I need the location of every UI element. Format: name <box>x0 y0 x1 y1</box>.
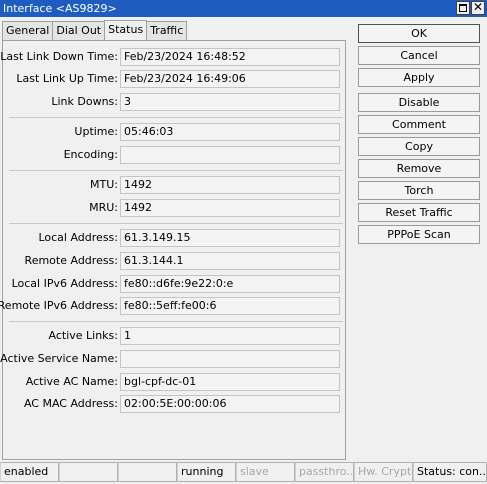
pppoe-scan-button[interactable]: PPPoE Scan <box>358 225 480 244</box>
field-ac-mac-address: AC MAC Address: 02:00:5E:00:00:06 <box>3 395 347 413</box>
status-panel: Last Link Down Time: Feb/23/2024 16:48:5… <box>0 40 347 460</box>
section-divider <box>9 223 343 224</box>
field-label: MTU: <box>90 178 118 191</box>
status-bar: enabled running slave passthro... Hw. Cr… <box>0 462 487 482</box>
reset-traffic-counters-button[interactable]: Reset Traffic Counters <box>358 203 480 236</box>
close-button[interactable]: ✕ <box>471 1 485 15</box>
status-hw-crypto: Hw. Crypto <box>354 462 413 482</box>
field-value[interactable]: 1 <box>120 327 340 345</box>
field-last-link-up-time: Last Link Up Time: Feb/23/2024 16:49:06 <box>3 70 347 88</box>
field-label: Local IPv6 Address: <box>11 277 118 290</box>
field-active-links: Active Links: 1 <box>3 327 347 345</box>
maximize-icon <box>459 4 467 12</box>
field-remote-ipv6-address: Remote IPv6 Address: fe80::5eff:fe00:6 <box>0 297 347 315</box>
field-value[interactable]: 02:00:5E:00:00:06 <box>120 395 340 413</box>
field-label: AC MAC Address: <box>23 397 118 410</box>
section-divider <box>9 321 343 322</box>
tab-general[interactable]: General <box>2 21 54 40</box>
field-value[interactable] <box>120 350 340 368</box>
field-label: Encoding: <box>63 148 118 161</box>
field-label: Uptime: <box>74 125 118 138</box>
field-label: Last Link Up Time: <box>16 72 118 85</box>
field-active-service-name: Active Service Name: <box>0 350 347 368</box>
field-uptime: Uptime: 05:46:03 <box>3 123 347 141</box>
section-divider <box>9 117 343 118</box>
field-value[interactable]: fe80::d6fe:9e22:0:e <box>120 275 340 293</box>
field-label: MRU: <box>89 201 118 214</box>
field-value[interactable]: 61.3.149.15 <box>120 229 340 247</box>
window-title: Interface <AS9829> <box>3 2 117 15</box>
field-link-downs: Link Downs: 3 <box>3 93 347 111</box>
status-running: running <box>177 462 236 482</box>
maximize-button[interactable] <box>456 1 470 15</box>
field-value[interactable]: bgl-cpf-dc-01 <box>120 373 340 391</box>
field-local-address: Local Address: 61.3.149.15 <box>3 229 347 247</box>
field-label: Active AC Name: <box>25 375 118 388</box>
field-label: Last Link Down Time: <box>0 50 118 63</box>
status-connection: Status: con... <box>413 462 487 482</box>
field-mru: MRU: 1492 <box>3 199 347 217</box>
torch-button[interactable]: Torch <box>358 181 480 200</box>
copy-button[interactable]: Copy <box>358 137 480 156</box>
remove-button[interactable]: Remove <box>358 159 480 178</box>
field-last-link-down-time: Last Link Down Time: Feb/23/2024 16:48:5… <box>0 48 347 66</box>
field-label: Remote IPv6 Address: <box>0 299 118 312</box>
tab-traffic[interactable]: Traffic <box>146 21 188 40</box>
status-passthrough: passthro... <box>295 462 354 482</box>
field-encoding: Encoding: <box>3 146 347 164</box>
field-label: Local Address: <box>38 231 118 244</box>
field-label: Active Links: <box>48 329 119 342</box>
tab-status[interactable]: Status <box>104 20 148 40</box>
field-value[interactable]: Feb/23/2024 16:48:52 <box>120 48 340 66</box>
disable-button[interactable]: Disable <box>358 93 480 112</box>
field-remote-address: Remote Address: 61.3.144.1 <box>3 252 347 270</box>
tab-dial-out[interactable]: Dial Out <box>52 21 106 40</box>
field-mtu: MTU: 1492 <box>3 176 347 194</box>
field-label: Active Service Name: <box>0 352 118 365</box>
status-enabled: enabled <box>0 462 59 482</box>
field-value[interactable]: 3 <box>120 93 340 111</box>
title-bar[interactable]: Interface <AS9829> ✕ <box>0 0 487 17</box>
ok-button[interactable]: OK <box>358 24 480 43</box>
tab-bar: General Dial Out Status Traffic <box>2 20 188 40</box>
close-icon: ✕ <box>472 0 484 14</box>
comment-button[interactable]: Comment <box>358 115 480 134</box>
field-label: Remote Address: <box>24 254 118 267</box>
field-value[interactable]: 1492 <box>120 176 340 194</box>
status-slave: slave <box>236 462 295 482</box>
field-local-ipv6-address: Local IPv6 Address: fe80::d6fe:9e22:0:e <box>3 275 347 293</box>
field-value[interactable]: fe80::5eff:fe00:6 <box>120 297 340 315</box>
status-cell-empty <box>59 462 118 482</box>
section-divider <box>9 170 343 171</box>
field-value[interactable]: Feb/23/2024 16:49:06 <box>120 70 340 88</box>
field-active-ac-name: Active AC Name: bgl-cpf-dc-01 <box>3 373 347 391</box>
cancel-button[interactable]: Cancel <box>358 46 480 65</box>
field-value[interactable] <box>120 146 340 164</box>
interface-window: Interface <AS9829> ✕ General Dial Out St… <box>0 0 487 484</box>
apply-button[interactable]: Apply <box>358 68 480 87</box>
field-value[interactable]: 61.3.144.1 <box>120 252 340 270</box>
field-value[interactable]: 05:46:03 <box>120 123 340 141</box>
field-value[interactable]: 1492 <box>120 199 340 217</box>
status-cell-empty <box>118 462 177 482</box>
field-label: Link Downs: <box>51 95 118 108</box>
